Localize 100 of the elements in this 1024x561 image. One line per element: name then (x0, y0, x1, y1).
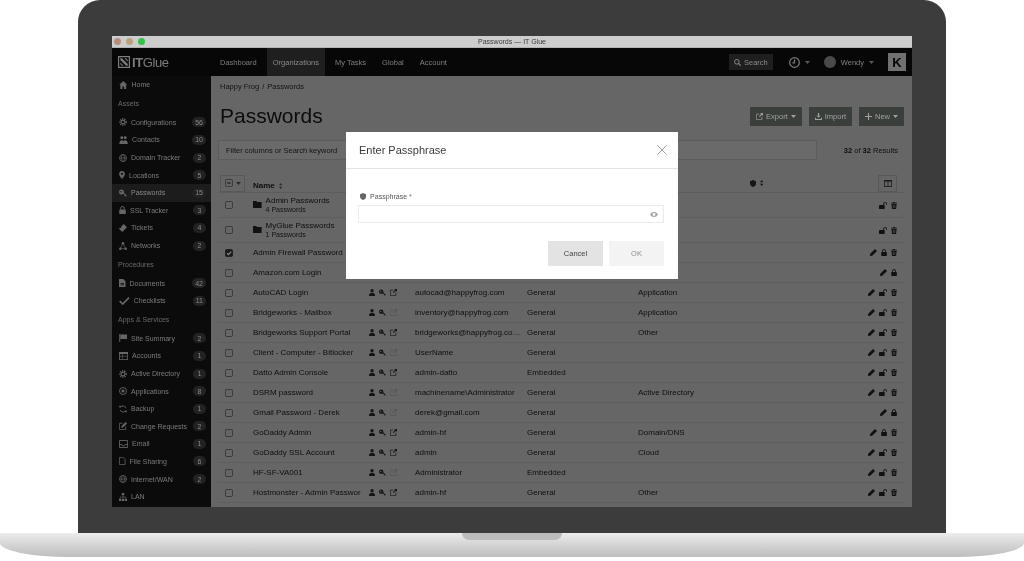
password-name[interactable]: Gmail Password - Derek (253, 408, 340, 417)
person-icon[interactable] (369, 409, 376, 416)
key-icon[interactable] (379, 309, 387, 316)
trash-icon[interactable] (890, 449, 897, 456)
password-name[interactable]: AutoCAD Login (253, 288, 309, 297)
unlocked-lock-icon[interactable] (878, 226, 887, 234)
trash-icon[interactable] (890, 289, 897, 296)
external-link-icon[interactable] (390, 329, 398, 336)
external-link-icon[interactable] (390, 449, 398, 456)
checkbox[interactable] (225, 448, 233, 457)
clock-icon[interactable] (788, 56, 800, 68)
person-icon[interactable] (369, 369, 376, 376)
key-icon[interactable] (379, 409, 387, 416)
pencil-icon[interactable] (869, 429, 877, 436)
key-icon[interactable] (379, 289, 387, 296)
unlocked-lock-icon[interactable] (878, 201, 887, 209)
column-header[interactable]: Name (253, 181, 283, 190)
external-link-icon[interactable] (390, 289, 398, 296)
person-icon[interactable] (369, 309, 376, 316)
checkbox[interactable] (225, 468, 233, 477)
pencil-icon[interactable] (869, 249, 877, 256)
pencil-icon[interactable] (867, 469, 875, 476)
passphrase-field[interactable] (358, 205, 664, 223)
key-icon[interactable] (379, 449, 387, 456)
checkbox[interactable] (225, 268, 233, 277)
password-name[interactable]: Client - Computer - Bitlocker (253, 348, 354, 357)
checkbox[interactable] (225, 348, 233, 357)
unlocked-lock-icon[interactable] (878, 469, 887, 476)
checkbox[interactable] (225, 488, 233, 497)
pencil-icon[interactable] (879, 269, 887, 276)
password-name[interactable]: Bridgeworks Support Portal (253, 328, 351, 337)
person-icon[interactable] (369, 469, 376, 476)
pencil-icon[interactable] (867, 329, 875, 336)
key-icon[interactable] (379, 489, 387, 496)
person-icon[interactable] (369, 349, 376, 356)
password-name[interactable]: DSRM password (253, 388, 313, 397)
checkbox[interactable] (224, 179, 233, 187)
checkbox[interactable] (225, 226, 233, 234)
key-icon[interactable] (379, 369, 387, 376)
columns-button[interactable] (878, 174, 897, 192)
checkbox[interactable] (225, 308, 233, 317)
key-icon[interactable] (379, 469, 387, 476)
trash-icon[interactable] (890, 469, 897, 476)
password-name[interactable]: Hostmonster - Admin Passwor (253, 488, 361, 497)
pencil-icon[interactable] (867, 389, 875, 396)
app-logo[interactable]: K (888, 53, 906, 71)
close-icon[interactable] (657, 145, 667, 155)
pencil-icon[interactable] (867, 289, 875, 296)
eye-icon[interactable] (650, 211, 658, 217)
unlocked-lock-icon[interactable] (878, 329, 887, 336)
trash-icon[interactable] (890, 249, 897, 256)
checkbox[interactable] (225, 388, 233, 397)
lock-icon[interactable] (890, 409, 897, 416)
person-icon[interactable] (369, 389, 376, 396)
trash-icon[interactable] (890, 226, 897, 234)
unlocked-lock-icon[interactable] (878, 349, 887, 356)
checkbox[interactable] (225, 248, 233, 257)
checkbox[interactable] (225, 201, 233, 209)
key-icon[interactable] (379, 329, 387, 336)
pencil-icon[interactable] (867, 449, 875, 456)
checkbox[interactable] (225, 368, 233, 377)
external-link-icon[interactable] (390, 429, 398, 436)
lock-icon[interactable] (880, 249, 887, 256)
pencil-icon[interactable] (867, 369, 875, 376)
folder-name[interactable]: MyGlue Passwords (265, 222, 335, 231)
checkbox[interactable] (225, 328, 233, 337)
external-link-icon[interactable] (390, 489, 398, 496)
unlocked-lock-icon[interactable] (878, 309, 887, 316)
select-all-dropdown[interactable] (220, 174, 245, 192)
password-name[interactable]: GoDaddy SSL Account (253, 448, 335, 457)
trash-icon[interactable] (890, 329, 897, 336)
password-name[interactable]: GoDaddy Admin (253, 428, 312, 437)
unlocked-lock-icon[interactable] (878, 289, 887, 296)
password-name[interactable]: Datto Admin Console (253, 368, 329, 377)
sort-icon[interactable] (760, 180, 764, 186)
lock-icon[interactable] (880, 429, 887, 436)
checkbox[interactable] (225, 288, 233, 297)
folder-name[interactable]: Admin Passwords (265, 197, 330, 206)
unlocked-lock-icon[interactable] (878, 389, 887, 396)
key-icon[interactable] (379, 389, 387, 396)
password-name[interactable]: Amazon.com Login (253, 268, 322, 277)
caret-icon[interactable] (804, 60, 810, 64)
unlocked-lock-icon[interactable] (878, 449, 887, 456)
trash-icon[interactable] (890, 489, 897, 496)
caret-icon[interactable] (869, 60, 874, 64)
person-icon[interactable] (369, 289, 376, 296)
pencil-icon[interactable] (879, 409, 887, 416)
lock-icon[interactable] (890, 269, 897, 276)
person-icon[interactable] (369, 329, 376, 336)
password-name[interactable]: HF-SF-VA001 (253, 468, 303, 477)
unlocked-lock-icon[interactable] (878, 489, 887, 496)
checkbox[interactable] (225, 408, 233, 417)
pencil-icon[interactable] (867, 349, 875, 356)
password-name[interactable]: Admin Firewall Password (253, 248, 343, 257)
trash-icon[interactable] (890, 369, 897, 376)
trash-icon[interactable] (890, 201, 897, 209)
pencil-icon[interactable] (867, 309, 875, 316)
trash-icon[interactable] (890, 349, 897, 356)
unlocked-lock-icon[interactable] (878, 369, 887, 376)
checkbox[interactable] (225, 428, 233, 437)
